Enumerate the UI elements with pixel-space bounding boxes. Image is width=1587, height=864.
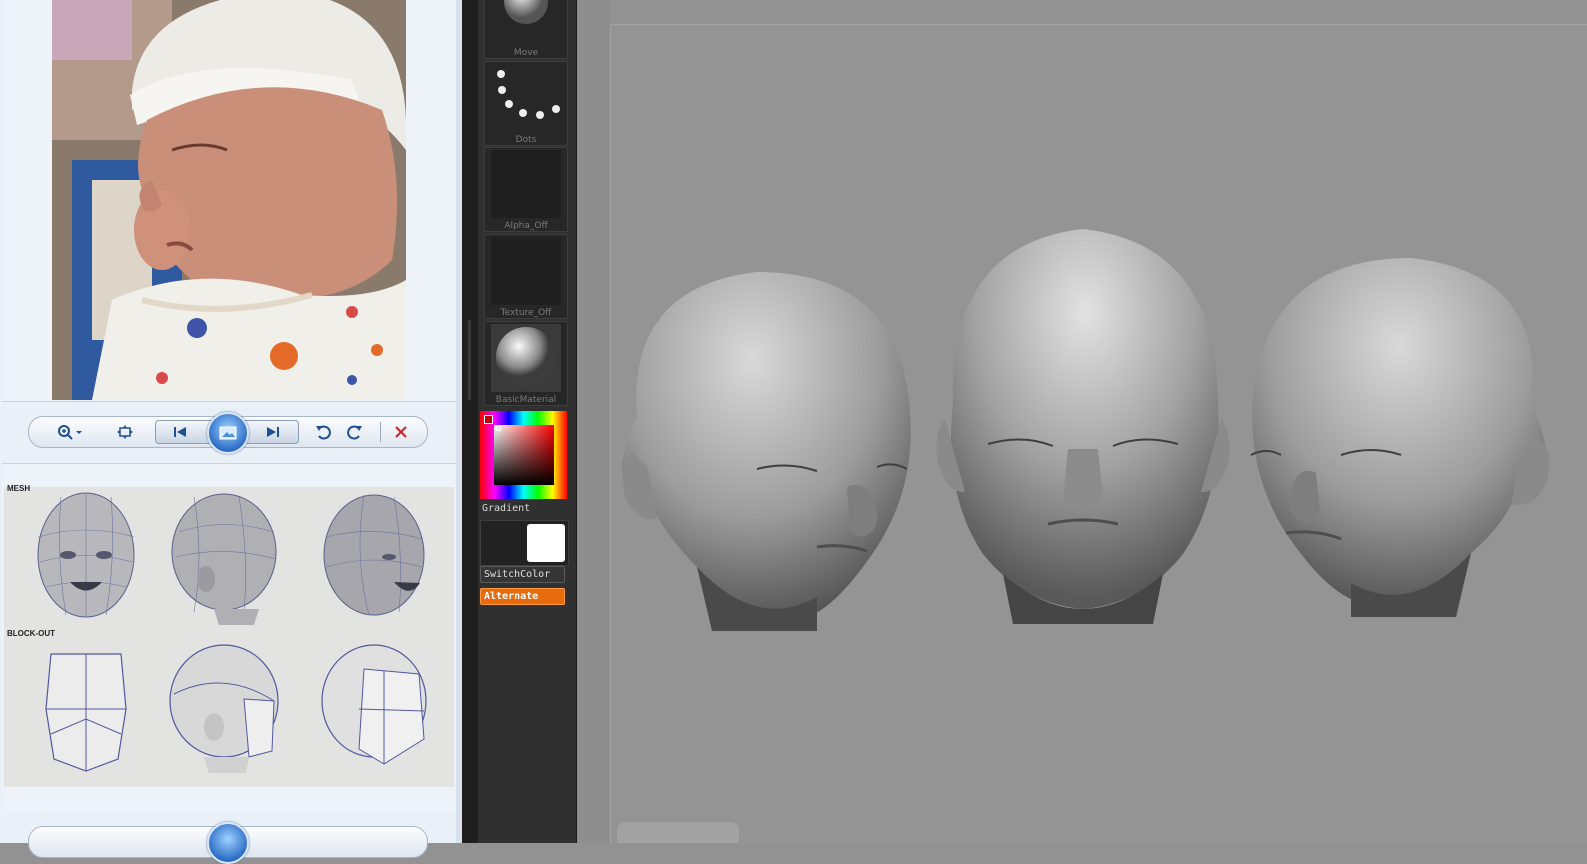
material-slot[interactable]: BasicMaterial bbox=[484, 321, 568, 406]
blockout-label: BLOCK-OUT bbox=[7, 629, 55, 638]
texture-preview bbox=[491, 237, 561, 305]
color-swatches bbox=[480, 520, 569, 566]
color-picker-cursor[interactable] bbox=[496, 426, 501, 431]
rotate-clockwise-button[interactable] bbox=[343, 421, 367, 443]
blockout-head-side bbox=[169, 644, 279, 773]
alpha-slot[interactable]: Alpha_Off bbox=[484, 147, 568, 232]
switchcolor-button[interactable]: SwitchColor bbox=[480, 566, 565, 583]
reference-image-pane: MESH BLOCK-OUT bbox=[2, 463, 457, 814]
texture-label: Texture_Off bbox=[500, 308, 552, 318]
stroke-label: Dots bbox=[515, 135, 537, 145]
tray-divider[interactable] bbox=[462, 0, 478, 843]
color-picker[interactable] bbox=[480, 411, 567, 499]
baby-head-three-quarter-right[interactable] bbox=[1241, 233, 1561, 617]
previous-button[interactable] bbox=[168, 421, 192, 443]
fit-to-window-icon bbox=[117, 425, 133, 439]
texture-slot[interactable]: Texture_Off bbox=[484, 234, 568, 319]
alpha-label: Alpha_Off bbox=[504, 221, 548, 231]
mesh-head-three-quarter bbox=[323, 494, 425, 616]
slideshow-icon bbox=[219, 426, 237, 440]
brush-preview-icon bbox=[504, 0, 548, 24]
mesh-head-side bbox=[171, 493, 277, 625]
photo-pane bbox=[2, 0, 457, 402]
rotate-clockwise-icon bbox=[347, 425, 362, 440]
document-canvas[interactable] bbox=[610, 24, 1587, 844]
blockout-head-three-quarter bbox=[321, 644, 427, 765]
slideshow-button-secondary[interactable] bbox=[207, 822, 249, 864]
next-button[interactable] bbox=[261, 421, 285, 443]
rotate-counterclockwise-button[interactable] bbox=[311, 421, 335, 443]
delete-button[interactable] bbox=[389, 421, 413, 443]
mesh-head-front bbox=[37, 492, 135, 618]
stroke-slot[interactable]: Dots bbox=[484, 61, 568, 146]
zoom-button[interactable] bbox=[53, 421, 87, 443]
slideshow-button[interactable] bbox=[207, 412, 249, 454]
delete-icon bbox=[395, 426, 407, 438]
zbrush-left-tray: Move Dots Alpha_Off Texture_Off BasicMat… bbox=[478, 0, 577, 843]
alternate-button[interactable]: Alternate bbox=[480, 588, 565, 605]
viewer-toolbar bbox=[28, 412, 428, 454]
canvas-margin bbox=[577, 0, 610, 843]
zoom-icon bbox=[58, 425, 82, 440]
rotate-counterclockwise-icon bbox=[316, 425, 331, 440]
brush-slot[interactable]: Move bbox=[484, 0, 568, 59]
viewer-toolbar-secondary bbox=[28, 822, 428, 864]
picker-reset-marker[interactable] bbox=[484, 415, 493, 424]
next-icon bbox=[267, 427, 279, 437]
baby-photo bbox=[52, 0, 406, 400]
baby-head-front[interactable] bbox=[933, 224, 1233, 634]
material-label: BasicMaterial bbox=[495, 395, 557, 405]
reference-sheet: MESH BLOCK-OUT bbox=[4, 484, 454, 787]
canvas-tab[interactable] bbox=[617, 822, 739, 843]
alpha-preview bbox=[491, 150, 561, 218]
brush-label: Move bbox=[513, 48, 539, 58]
material-sphere-icon bbox=[491, 324, 561, 392]
tray-grip[interactable] bbox=[468, 320, 471, 400]
fit-to-window-button[interactable] bbox=[113, 421, 137, 443]
toolbar-separator bbox=[380, 422, 381, 442]
gradient-label[interactable]: Gradient bbox=[482, 503, 530, 514]
main-color-swatch[interactable] bbox=[527, 524, 565, 562]
photo-viewer-window: MESH BLOCK-OUT bbox=[0, 0, 462, 864]
blockout-head-front bbox=[45, 653, 127, 772]
dots-stroke-icon bbox=[497, 70, 560, 119]
previous-icon bbox=[174, 427, 186, 437]
baby-head-three-quarter-left[interactable] bbox=[617, 247, 927, 631]
color-saturation-square[interactable] bbox=[494, 425, 554, 485]
